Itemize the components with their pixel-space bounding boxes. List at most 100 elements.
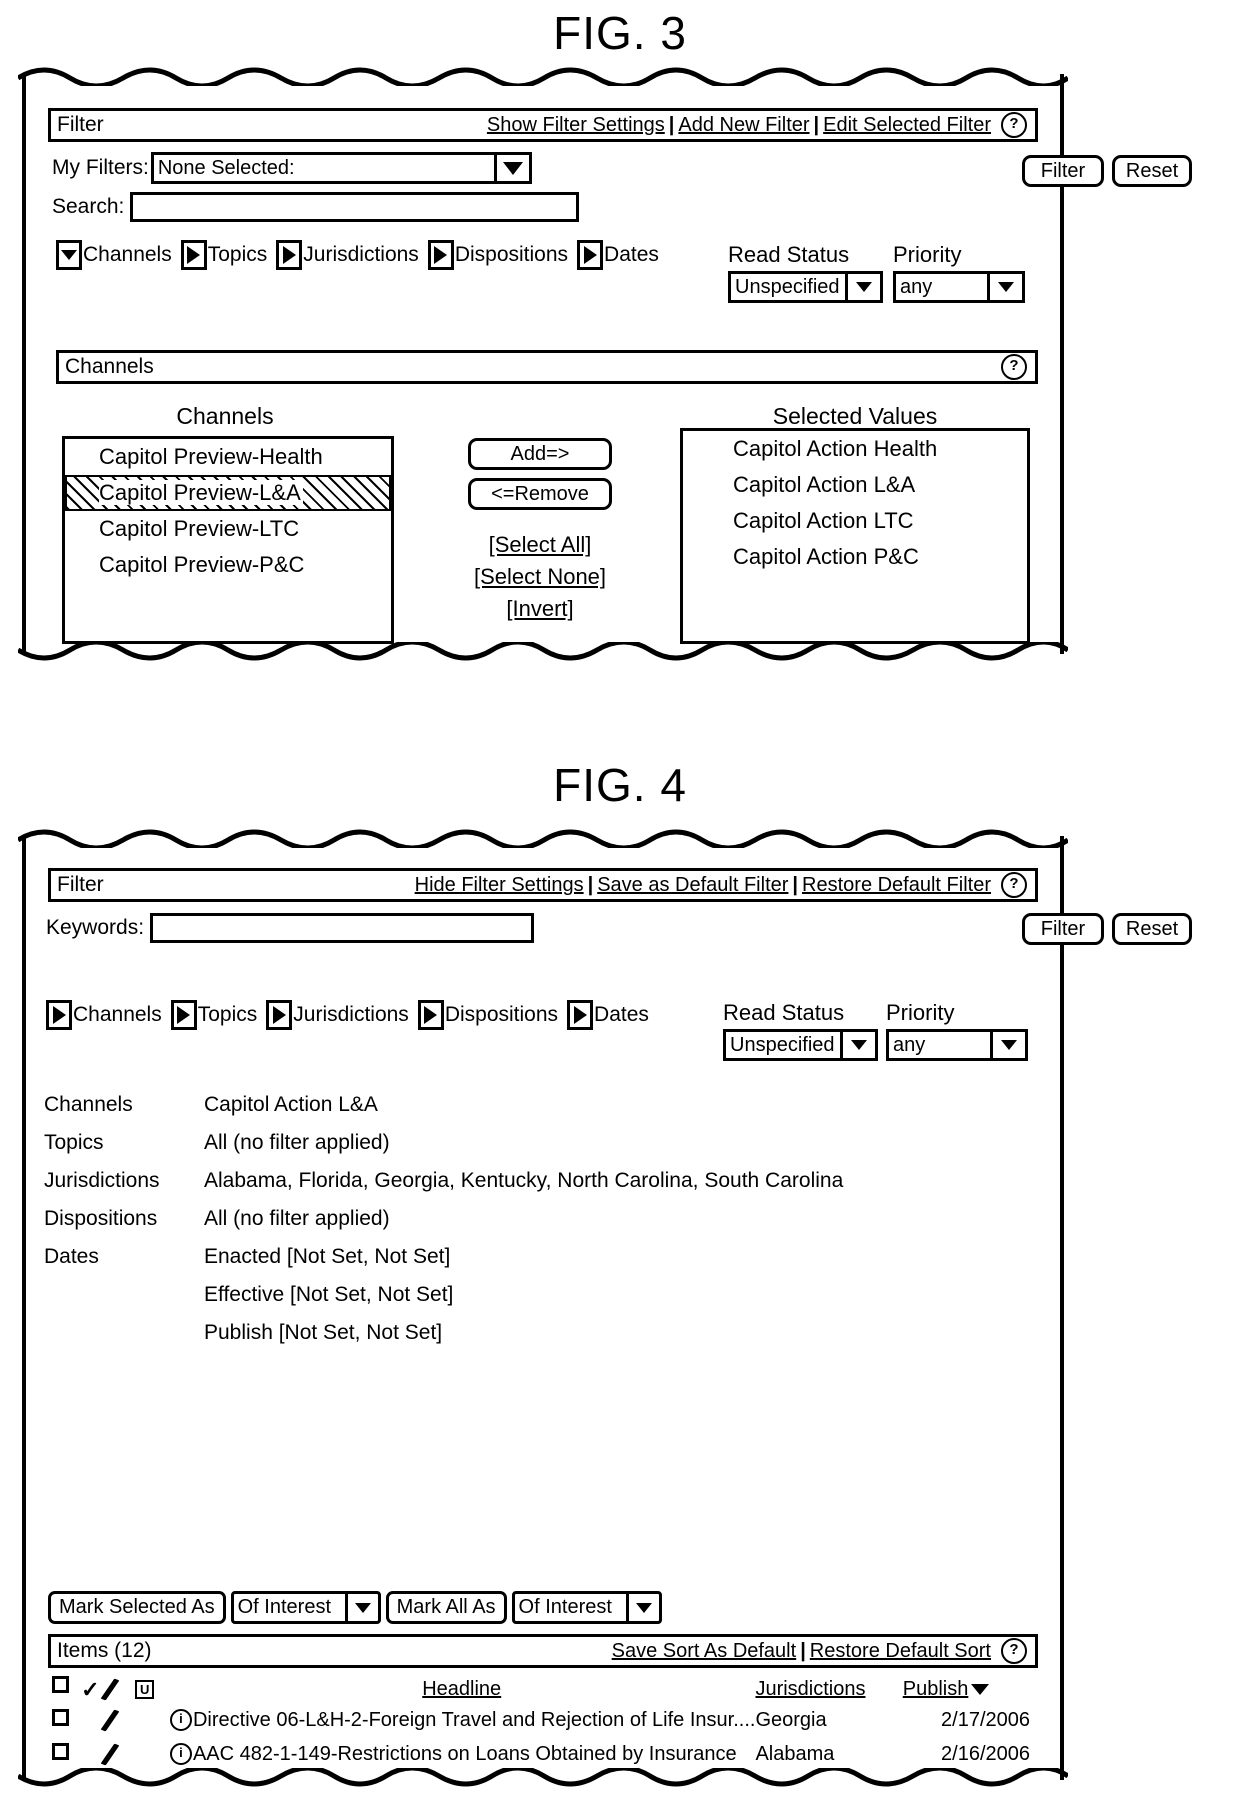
- reset-button[interactable]: Reset: [1112, 155, 1192, 187]
- help-icon[interactable]: ?: [1001, 112, 1027, 138]
- my-filters-select[interactable]: None Selected:: [150, 152, 532, 184]
- remove-button[interactable]: <=Remove: [468, 478, 612, 510]
- link-separator: |: [587, 873, 594, 896]
- priority-select[interactable]: any: [886, 1029, 1028, 1061]
- keywords-input[interactable]: [150, 913, 535, 943]
- selected-values-item[interactable]: Capitol Action P&C: [683, 539, 1027, 575]
- info-icon: i: [169, 1709, 192, 1732]
- channels-list-item[interactable]: Capitol Preview-LTC: [65, 511, 391, 547]
- jurisdictions-column-header[interactable]: Jurisdictions: [755, 1676, 902, 1703]
- hide-filter-settings-link[interactable]: Hide Filter Settings: [415, 874, 584, 897]
- channels-list-item[interactable]: Capitol Preview-P&C: [65, 547, 391, 583]
- summary-value-enacted: Enacted [Not Set, Not Set]: [204, 1245, 451, 1268]
- filter-button[interactable]: Filter: [1022, 155, 1104, 187]
- fig3-priority-group: Priority any: [893, 242, 1025, 303]
- channels-list-item-selected[interactable]: Capitol Preview-L&A: [65, 475, 391, 511]
- facet-dates-label: Dates: [604, 243, 659, 266]
- facet-dispositions[interactable]: Dispositions: [417, 1000, 558, 1030]
- triangle-right-icon[interactable]: [427, 240, 454, 270]
- summary-key: Dispositions: [44, 1207, 158, 1230]
- mark-all-as-button[interactable]: Mark All As: [385, 1591, 507, 1624]
- facet-dates[interactable]: Dates: [577, 240, 659, 270]
- edit-selected-filter-link[interactable]: Edit Selected Filter: [823, 114, 991, 137]
- row-checkbox[interactable]: [52, 1703, 81, 1737]
- search-input[interactable]: [130, 192, 580, 222]
- chevron-down-icon[interactable]: [845, 274, 880, 300]
- items-bar: Items (12) Save Sort As Default | Restor…: [48, 1634, 1038, 1668]
- facet-dispositions[interactable]: Dispositions: [427, 240, 568, 270]
- triangle-right-icon[interactable]: [266, 1000, 293, 1030]
- mark-all-as-select[interactable]: Of Interest: [511, 1591, 662, 1624]
- facet-topics[interactable]: Topics: [180, 240, 267, 270]
- triangle-right-icon[interactable]: [417, 1000, 444, 1030]
- show-filter-settings-link[interactable]: Show Filter Settings: [487, 114, 665, 137]
- pencil-icon[interactable]: [100, 1676, 135, 1703]
- read-status-value: Unspecified: [730, 1034, 835, 1056]
- triangle-right-icon[interactable]: [180, 240, 207, 270]
- chevron-down-icon[interactable]: [990, 1032, 1025, 1058]
- facet-channels[interactable]: Channels: [56, 240, 172, 270]
- mark-selected-as-button[interactable]: Mark Selected As: [48, 1591, 226, 1624]
- publish-column-header[interactable]: Publish: [903, 1676, 1036, 1703]
- channels-listbox[interactable]: Capitol Preview-Health Capitol Preview-L…: [62, 436, 394, 644]
- selected-values-item[interactable]: Capitol Action Health: [683, 431, 1027, 467]
- select-all-link[interactable]: [Select All]: [468, 532, 612, 558]
- save-as-default-filter-link[interactable]: Save as Default Filter: [597, 874, 788, 897]
- chevron-down-icon[interactable]: [840, 1032, 875, 1058]
- row-checkbox[interactable]: [52, 1737, 81, 1771]
- chevron-down-icon[interactable]: [987, 274, 1022, 300]
- row-pencil-icon[interactable]: [100, 1737, 135, 1771]
- add-button[interactable]: Add=>: [468, 438, 612, 470]
- read-status-select[interactable]: Unspecified: [728, 271, 883, 303]
- row-pencil-icon[interactable]: [100, 1703, 135, 1737]
- triangle-right-icon[interactable]: [170, 1000, 197, 1030]
- selected-values-item[interactable]: Capitol Action LTC: [683, 503, 1027, 539]
- priority-value: any: [893, 1034, 926, 1056]
- unread-icon[interactable]: U: [134, 1676, 168, 1703]
- triangle-right-icon[interactable]: [577, 240, 604, 270]
- selected-values-listbox[interactable]: Capitol Action Health Capitol Action L&A…: [680, 428, 1030, 644]
- help-icon[interactable]: ?: [1001, 354, 1027, 380]
- row-headline[interactable]: i AAC 482-1-149-Restrictions on Loans Obt…: [168, 1737, 755, 1771]
- facet-jurisdictions[interactable]: Jurisdictions: [266, 1000, 409, 1030]
- summary-row-dispositions: Dispositions All (no filter applied): [44, 1200, 1004, 1238]
- select-none-link[interactable]: [Select None]: [468, 564, 612, 590]
- restore-default-filter-link[interactable]: Restore Default Filter: [802, 874, 991, 897]
- select-all-checkbox[interactable]: [52, 1676, 81, 1703]
- add-new-filter-link[interactable]: Add New Filter: [678, 114, 809, 137]
- table-row[interactable]: i AAC 482-1-149-Restrictions on Loans Obt…: [52, 1737, 1036, 1771]
- summary-row-dates: Dates Enacted [Not Set, Not Set] Effecti…: [44, 1238, 1004, 1352]
- summary-value: Capitol Action L&A: [204, 1093, 378, 1116]
- triangle-down-icon[interactable]: [56, 240, 82, 270]
- triangle-right-icon[interactable]: [276, 240, 303, 270]
- row-headline[interactable]: i Directive 06-L&H-2-Foreign Travel and R…: [168, 1703, 755, 1737]
- reset-button[interactable]: Reset: [1112, 913, 1192, 945]
- triangle-right-icon[interactable]: [46, 1000, 72, 1030]
- info-icon: i: [169, 1743, 192, 1766]
- channels-list-item[interactable]: Capitol Preview-Health: [65, 439, 391, 475]
- table-row[interactable]: i Directive 06-L&H-2-Foreign Travel and R…: [52, 1703, 1036, 1737]
- read-status-value: Unspecified: [735, 276, 840, 298]
- read-status-select[interactable]: Unspecified: [723, 1029, 878, 1061]
- triangle-right-icon[interactable]: [567, 1000, 594, 1030]
- invert-link[interactable]: [Invert]: [468, 596, 612, 622]
- summary-key: Dates: [44, 1245, 99, 1268]
- restore-default-sort-link[interactable]: Restore Default Sort: [810, 1640, 991, 1663]
- filter-button[interactable]: Filter: [1022, 913, 1104, 945]
- mark-selected-as-select[interactable]: Of Interest: [230, 1591, 381, 1624]
- facet-topics[interactable]: Topics: [170, 1000, 257, 1030]
- priority-select[interactable]: any: [893, 271, 1025, 303]
- help-icon[interactable]: ?: [1001, 1638, 1027, 1664]
- selected-values-item[interactable]: Capitol Action L&A: [683, 467, 1027, 503]
- save-sort-as-default-link[interactable]: Save Sort As Default: [612, 1640, 797, 1663]
- headline-column-header[interactable]: Headline: [168, 1676, 755, 1703]
- chevron-down-icon[interactable]: [493, 155, 529, 181]
- facet-dates[interactable]: Dates: [567, 1000, 649, 1030]
- fig3-my-filters-row: My Filters: None Selected:: [52, 152, 532, 184]
- facet-jurisdictions[interactable]: Jurisdictions: [276, 240, 419, 270]
- chevron-down-icon[interactable]: [344, 1594, 378, 1621]
- facet-channels[interactable]: Channels: [46, 1000, 162, 1030]
- chevron-down-icon[interactable]: [625, 1594, 659, 1621]
- help-icon[interactable]: ?: [1001, 872, 1027, 898]
- fig3-filter-actions: Filter Reset: [1022, 155, 1192, 187]
